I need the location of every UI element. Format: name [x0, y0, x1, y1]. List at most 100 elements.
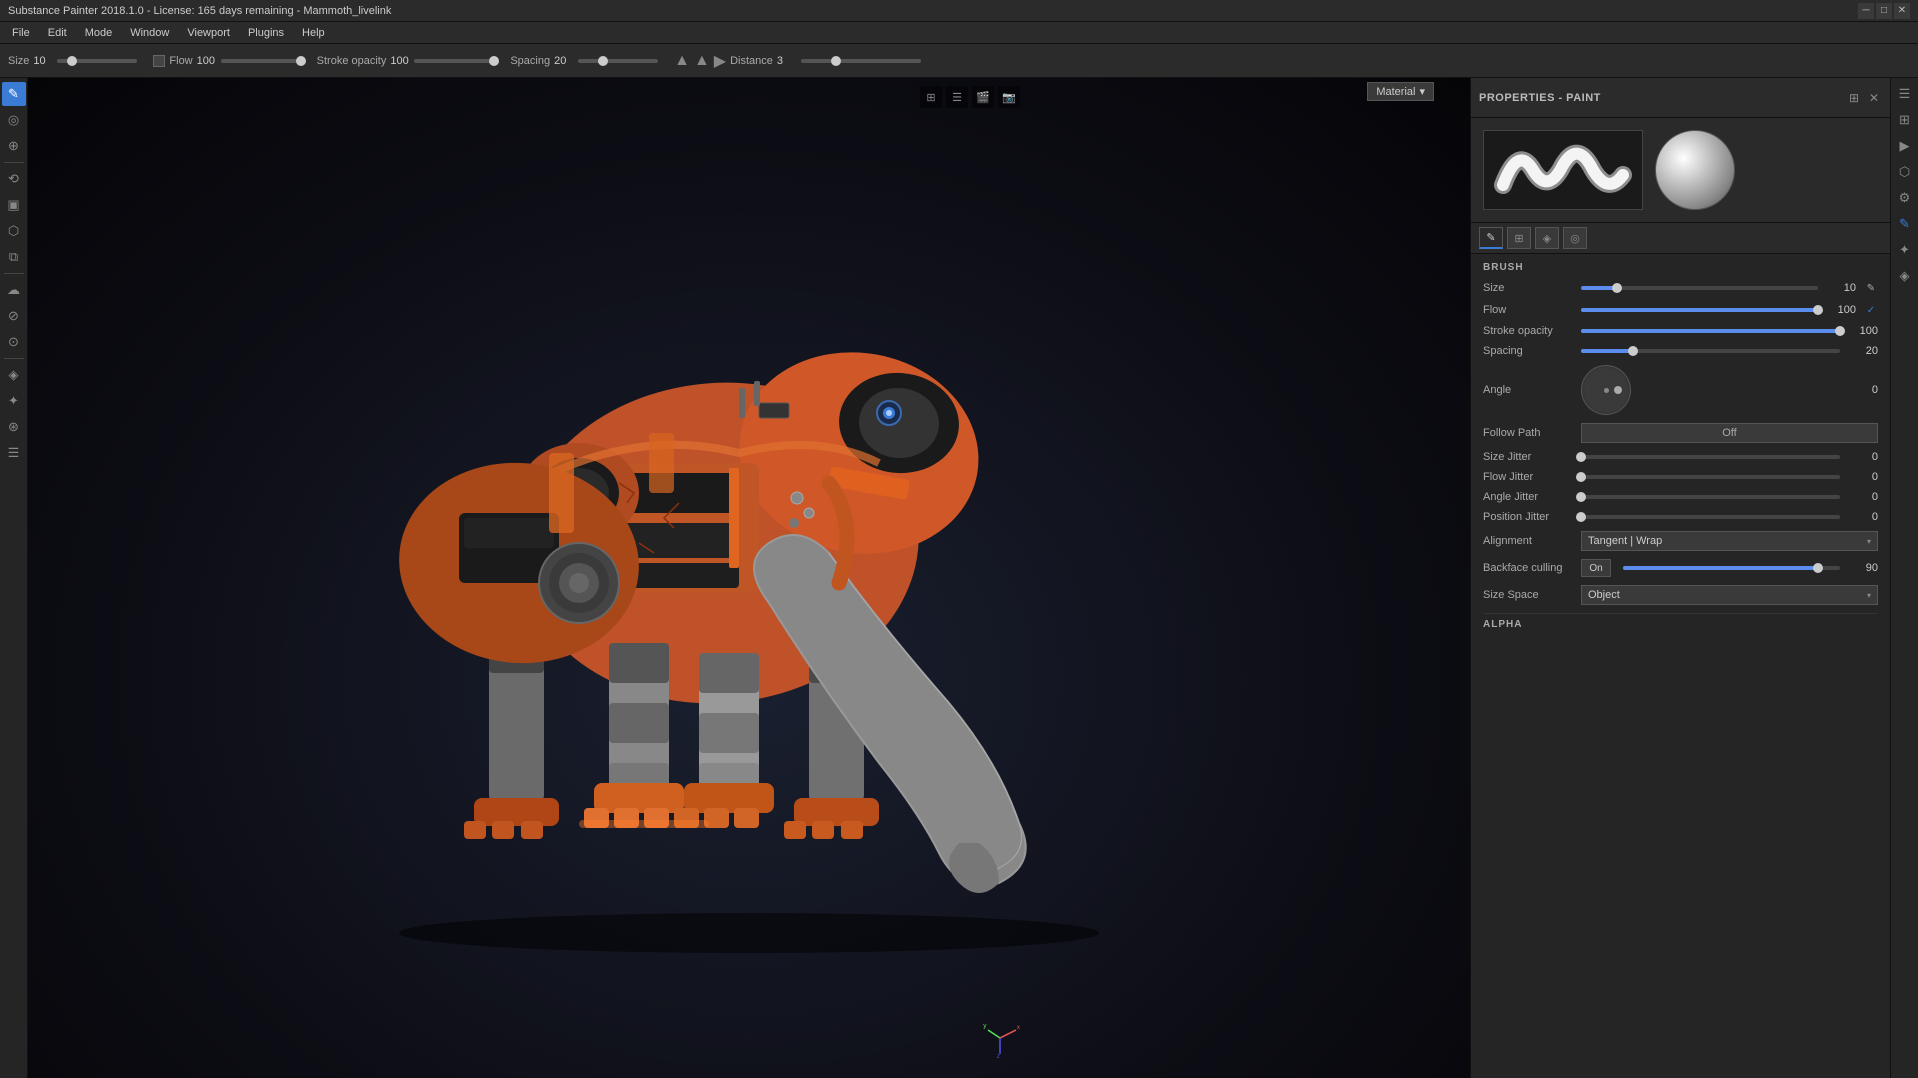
stroke-opacity-value[interactable]: 100: [390, 55, 410, 67]
alignment-dropdown[interactable]: Tangent | Wrap ▾: [1581, 531, 1878, 551]
menu-edit[interactable]: Edit: [40, 22, 75, 44]
viewport-icon-4[interactable]: 📷: [998, 86, 1020, 108]
spacing-slider[interactable]: [578, 59, 658, 63]
flow-jitter-slider[interactable]: [1581, 475, 1840, 479]
menu-plugins[interactable]: Plugins: [240, 22, 292, 44]
minimize-button[interactable]: ─: [1858, 3, 1874, 19]
flow-check-icon[interactable]: ✓: [1864, 303, 1878, 317]
tool-smudge[interactable]: ▣: [2, 193, 26, 217]
angle-jitter-slider[interactable]: [1581, 495, 1840, 499]
flow-prop-value[interactable]: 100: [1826, 304, 1856, 316]
menu-viewport[interactable]: Viewport: [179, 22, 238, 44]
size-edit-icon[interactable]: ✎: [1864, 281, 1878, 295]
stroke-opacity-slider[interactable]: [414, 59, 494, 63]
tool-burn[interactable]: ⊙: [2, 330, 26, 354]
size-space-dropdown[interactable]: Object ▾: [1581, 585, 1878, 605]
properties-content: BRUSH Size 10 ✎ Flow 100 ✓: [1471, 254, 1890, 1078]
flow-slider[interactable]: [221, 59, 301, 63]
size-jitter-slider[interactable]: [1581, 455, 1840, 459]
flow-slider-handle[interactable]: [1813, 305, 1823, 315]
menu-help[interactable]: Help: [294, 22, 333, 44]
size-prop-value[interactable]: 10: [1826, 282, 1856, 294]
size-value[interactable]: 10: [33, 55, 53, 67]
tool-text[interactable]: ✦: [2, 389, 26, 413]
tool-measure[interactable]: ☰: [2, 441, 26, 465]
brush-tab-mask[interactable]: ⊞: [1507, 227, 1531, 249]
angle-wheel[interactable]: [1581, 365, 1631, 415]
viewport-icon-3[interactable]: 🎬: [972, 86, 994, 108]
tool-anchor[interactable]: ⊛: [2, 415, 26, 439]
angle-jitter-value[interactable]: 0: [1848, 491, 1878, 503]
flow-prop-slider[interactable]: [1581, 308, 1818, 312]
tool-fill[interactable]: ⧉: [2, 245, 26, 269]
backface-culling-toggle[interactable]: On: [1581, 559, 1611, 577]
size-slider-handle[interactable]: [1612, 283, 1622, 293]
spacing-prop-slider[interactable]: [1581, 349, 1840, 353]
angle-handle[interactable]: [1614, 386, 1622, 394]
right-icon-layers[interactable]: ☰: [1893, 82, 1917, 106]
angle-jitter-handle[interactable]: [1576, 492, 1586, 502]
stroke-opacity-prop-value[interactable]: 100: [1848, 325, 1878, 337]
brush-tab-paint[interactable]: ✎: [1479, 227, 1503, 249]
right-icon-camera[interactable]: ⬡: [1893, 160, 1917, 184]
viewport-icon-1[interactable]: ⊞: [920, 86, 942, 108]
properties-controls: ⊞ ✕: [1846, 90, 1882, 106]
properties-panel: PROPERTIES - PAINT ⊞ ✕ ✎ ⊞ ◈ ◎: [1470, 78, 1890, 1078]
distance-value[interactable]: 3: [777, 55, 797, 67]
maximize-button[interactable]: □: [1876, 3, 1892, 19]
backface-culling-handle[interactable]: [1813, 563, 1823, 573]
right-icon-settings[interactable]: ⚙: [1893, 186, 1917, 210]
close-button[interactable]: ✕: [1894, 3, 1910, 19]
tool-paint[interactable]: ✎: [2, 82, 26, 106]
right-icon-render[interactable]: ▶: [1893, 134, 1917, 158]
brush-tab-erase[interactable]: ◎: [1563, 227, 1587, 249]
alignment-row: Alignment Tangent | Wrap ▾: [1483, 531, 1878, 551]
position-jitter-row: Position Jitter 0: [1483, 511, 1878, 523]
follow-path-row: Follow Path Off: [1483, 423, 1878, 443]
size-slider[interactable]: [57, 59, 137, 63]
position-jitter-slider[interactable]: [1581, 515, 1840, 519]
menu-mode[interactable]: Mode: [77, 22, 121, 44]
flow-checkbox[interactable]: [153, 55, 165, 67]
backface-culling-slider[interactable]: [1623, 566, 1840, 570]
backface-culling-value[interactable]: 90: [1848, 562, 1878, 574]
tool-erase[interactable]: ◎: [2, 108, 26, 132]
spacing-slider-handle[interactable]: [1628, 346, 1638, 356]
flow-value[interactable]: 100: [197, 55, 217, 67]
spacing-prop-label: Spacing: [1483, 345, 1573, 357]
size-jitter-handle[interactable]: [1576, 452, 1586, 462]
right-icon-effects[interactable]: ✦: [1893, 238, 1917, 262]
props-close-button[interactable]: ✕: [1866, 90, 1882, 106]
spacing-prop-value[interactable]: 20: [1848, 345, 1878, 357]
material-selector[interactable]: Material ▾: [1367, 82, 1434, 101]
brush-tab-smudge[interactable]: ◈: [1535, 227, 1559, 249]
right-icon-paint[interactable]: ✎: [1893, 212, 1917, 236]
viewport[interactable]: x y z Material ▾ ⊞ ☰ 🎬 📷: [28, 78, 1470, 1078]
tool-clone[interactable]: ⟲: [2, 167, 26, 191]
stroke-opacity-prop-slider[interactable]: [1581, 329, 1840, 333]
size-prop-slider[interactable]: [1581, 286, 1818, 290]
position-jitter-handle[interactable]: [1576, 512, 1586, 522]
flow-jitter-value[interactable]: 0: [1848, 471, 1878, 483]
distance-slider[interactable]: [801, 59, 921, 63]
tool-select[interactable]: ⬡: [2, 219, 26, 243]
stroke-opacity-slider-handle[interactable]: [1835, 326, 1845, 336]
menu-window[interactable]: Window: [122, 22, 177, 44]
size-jitter-value[interactable]: 0: [1848, 451, 1878, 463]
right-icon-grid[interactable]: ⊞: [1893, 108, 1917, 132]
spacing-value[interactable]: 20: [554, 55, 574, 67]
angle-prop-value[interactable]: 0: [1848, 384, 1878, 396]
menu-file[interactable]: File: [4, 22, 38, 44]
right-icon-uv[interactable]: ◈: [1893, 264, 1917, 288]
tool-projection[interactable]: ⊕: [2, 134, 26, 158]
follow-path-toggle[interactable]: Off: [1581, 423, 1878, 443]
size-jitter-label: Size Jitter: [1483, 451, 1573, 463]
position-jitter-value[interactable]: 0: [1848, 511, 1878, 523]
tool-geometry[interactable]: ◈: [2, 363, 26, 387]
flow-jitter-handle[interactable]: [1576, 472, 1586, 482]
tool-blur[interactable]: ☁: [2, 278, 26, 302]
tool-dodge[interactable]: ⊘: [2, 304, 26, 328]
props-popout-button[interactable]: ⊞: [1846, 90, 1862, 106]
stamp3-icon: ▶: [714, 51, 726, 71]
viewport-icon-2[interactable]: ☰: [946, 86, 968, 108]
